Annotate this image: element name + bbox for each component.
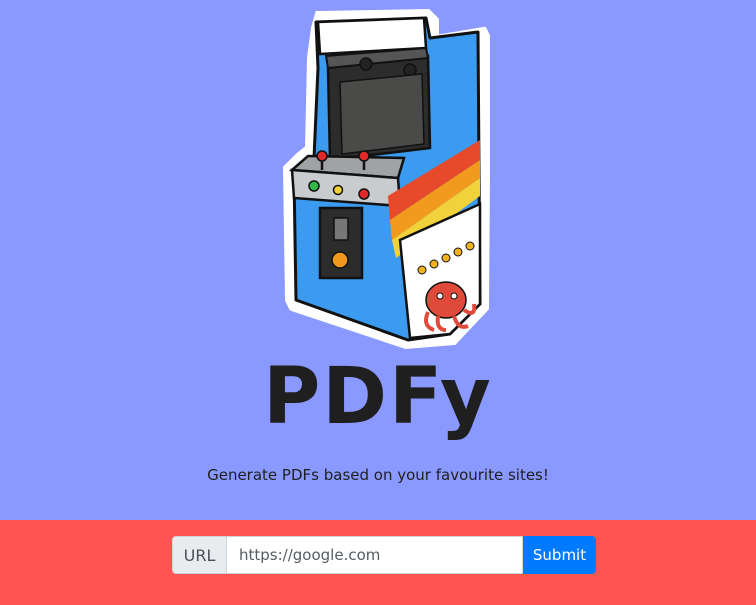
submit-button[interactable]: Submit <box>523 536 596 574</box>
page-title: PDFy <box>263 352 493 442</box>
page: PDFy Generate PDFs based on your favouri… <box>0 0 756 605</box>
arcade-cabinet-icon <box>278 8 492 350</box>
page-subtitle: Generate PDFs based on your favourite si… <box>207 466 549 484</box>
url-form: URL Submit <box>172 536 596 574</box>
hero-section: PDFy Generate PDFs based on your favouri… <box>0 0 756 520</box>
url-input[interactable] <box>226 536 523 574</box>
url-addon-label: URL <box>172 536 226 574</box>
